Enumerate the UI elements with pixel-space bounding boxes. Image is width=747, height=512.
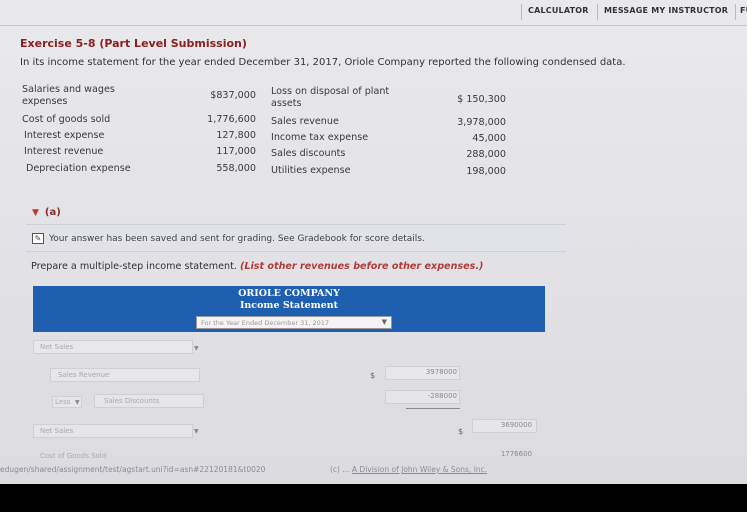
- calculator-button[interactable]: CALCULATOR: [521, 4, 593, 20]
- data-label: Utilities expense: [271, 165, 351, 176]
- instructions-text: Prepare a multiple-step income statement…: [31, 261, 237, 272]
- chevron-down-icon: ▼: [381, 318, 387, 326]
- data-value: 127,800: [216, 130, 256, 141]
- chevron-down-icon: ▼: [194, 428, 199, 435]
- data-value: 3,978,000: [457, 117, 506, 128]
- company-name: ORIOLE COMPANY: [238, 288, 340, 299]
- statement-header: ORIOLE COMPANY Income Statement For the …: [33, 286, 545, 332]
- account-label: Net Sales: [40, 343, 74, 351]
- data-value: $ 150,300: [457, 94, 506, 105]
- chevron-down-icon: ▼: [75, 399, 80, 406]
- data-value: 1,776,600: [207, 114, 256, 125]
- dollar-sign: $: [458, 427, 464, 436]
- period-value: For the Year Ended December 31, 2017: [201, 319, 330, 327]
- period-select[interactable]: For the Year Ended December 31, 2017 ▼: [196, 316, 392, 329]
- data-value: 117,000: [216, 146, 256, 157]
- status-url: edugen/shared/assignment/test/agstart.un…: [0, 465, 266, 474]
- data-label: Loss on disposal of plant assets: [271, 86, 390, 109]
- amount-value: 3690000: [500, 421, 532, 429]
- instructions-note: (List other revenues before other expens…: [239, 261, 484, 272]
- data-label: Sales revenue: [271, 116, 339, 127]
- data-value: 198,000: [466, 166, 506, 177]
- data-label: Cost of goods sold: [22, 114, 111, 125]
- dollar-sign: $: [370, 371, 376, 380]
- screen: CALCULATOR MESSAGE MY INSTRUCTOR FU Exer…: [0, 0, 747, 484]
- saved-message: Your answer has been saved and sent for …: [49, 234, 425, 244]
- part-label: (a): [44, 207, 61, 218]
- copyright-prefix: (c) ...: [330, 465, 350, 474]
- data-label: Depreciation expense: [26, 163, 131, 174]
- data-label: Interest revenue: [24, 146, 104, 157]
- amount-value: 3978000: [425, 368, 457, 376]
- data-value: 45,000: [472, 133, 506, 144]
- pencil-icon: ✎: [32, 233, 44, 244]
- message-instructor-button[interactable]: MESSAGE MY INSTRUCTOR: [597, 4, 732, 20]
- data-label: Salaries and wages expenses: [22, 84, 115, 107]
- publisher-link[interactable]: A Division of John Wiley & Sons, Inc.: [352, 465, 487, 474]
- chevron-down-icon: ▼: [194, 345, 199, 352]
- data-value: $837,000: [210, 90, 256, 101]
- less-label: Less: [55, 398, 71, 406]
- exercise-intro: In its income statement for the year end…: [20, 57, 626, 68]
- chevron-down-icon: ▼: [32, 208, 39, 218]
- account-label: Cost of Goods Sold: [40, 452, 107, 460]
- data-value: 288,000: [466, 149, 506, 160]
- account-label: Net Sales: [40, 427, 74, 435]
- exercise-title: Exercise 5-8 (Part Level Submission): [20, 37, 247, 50]
- part-a-toggle[interactable]: ▼ (a): [32, 207, 61, 218]
- data-label: Interest expense: [24, 130, 105, 141]
- instructions: Prepare a multiple-step income statement…: [31, 261, 483, 272]
- copyright: (c) ... A Division of John Wiley & Sons,…: [330, 465, 487, 474]
- saved-notice: ✎ Your answer has been saved and sent fo…: [26, 224, 566, 252]
- account-label: Sales Discounts: [104, 397, 160, 405]
- amount-value: 1776600: [500, 450, 532, 458]
- statement-title: Income Statement: [239, 300, 339, 311]
- data-label: Income tax expense: [271, 132, 369, 143]
- amount-value: -288000: [427, 392, 457, 400]
- account-label: Sales Revenue: [58, 371, 110, 379]
- data-label: Sales discounts: [271, 148, 346, 159]
- data-value: 558,000: [216, 163, 256, 174]
- top-toolbar: CALCULATOR MESSAGE MY INSTRUCTOR FU: [0, 0, 747, 26]
- more-button[interactable]: FU: [735, 4, 747, 20]
- total-underline: [406, 408, 460, 409]
